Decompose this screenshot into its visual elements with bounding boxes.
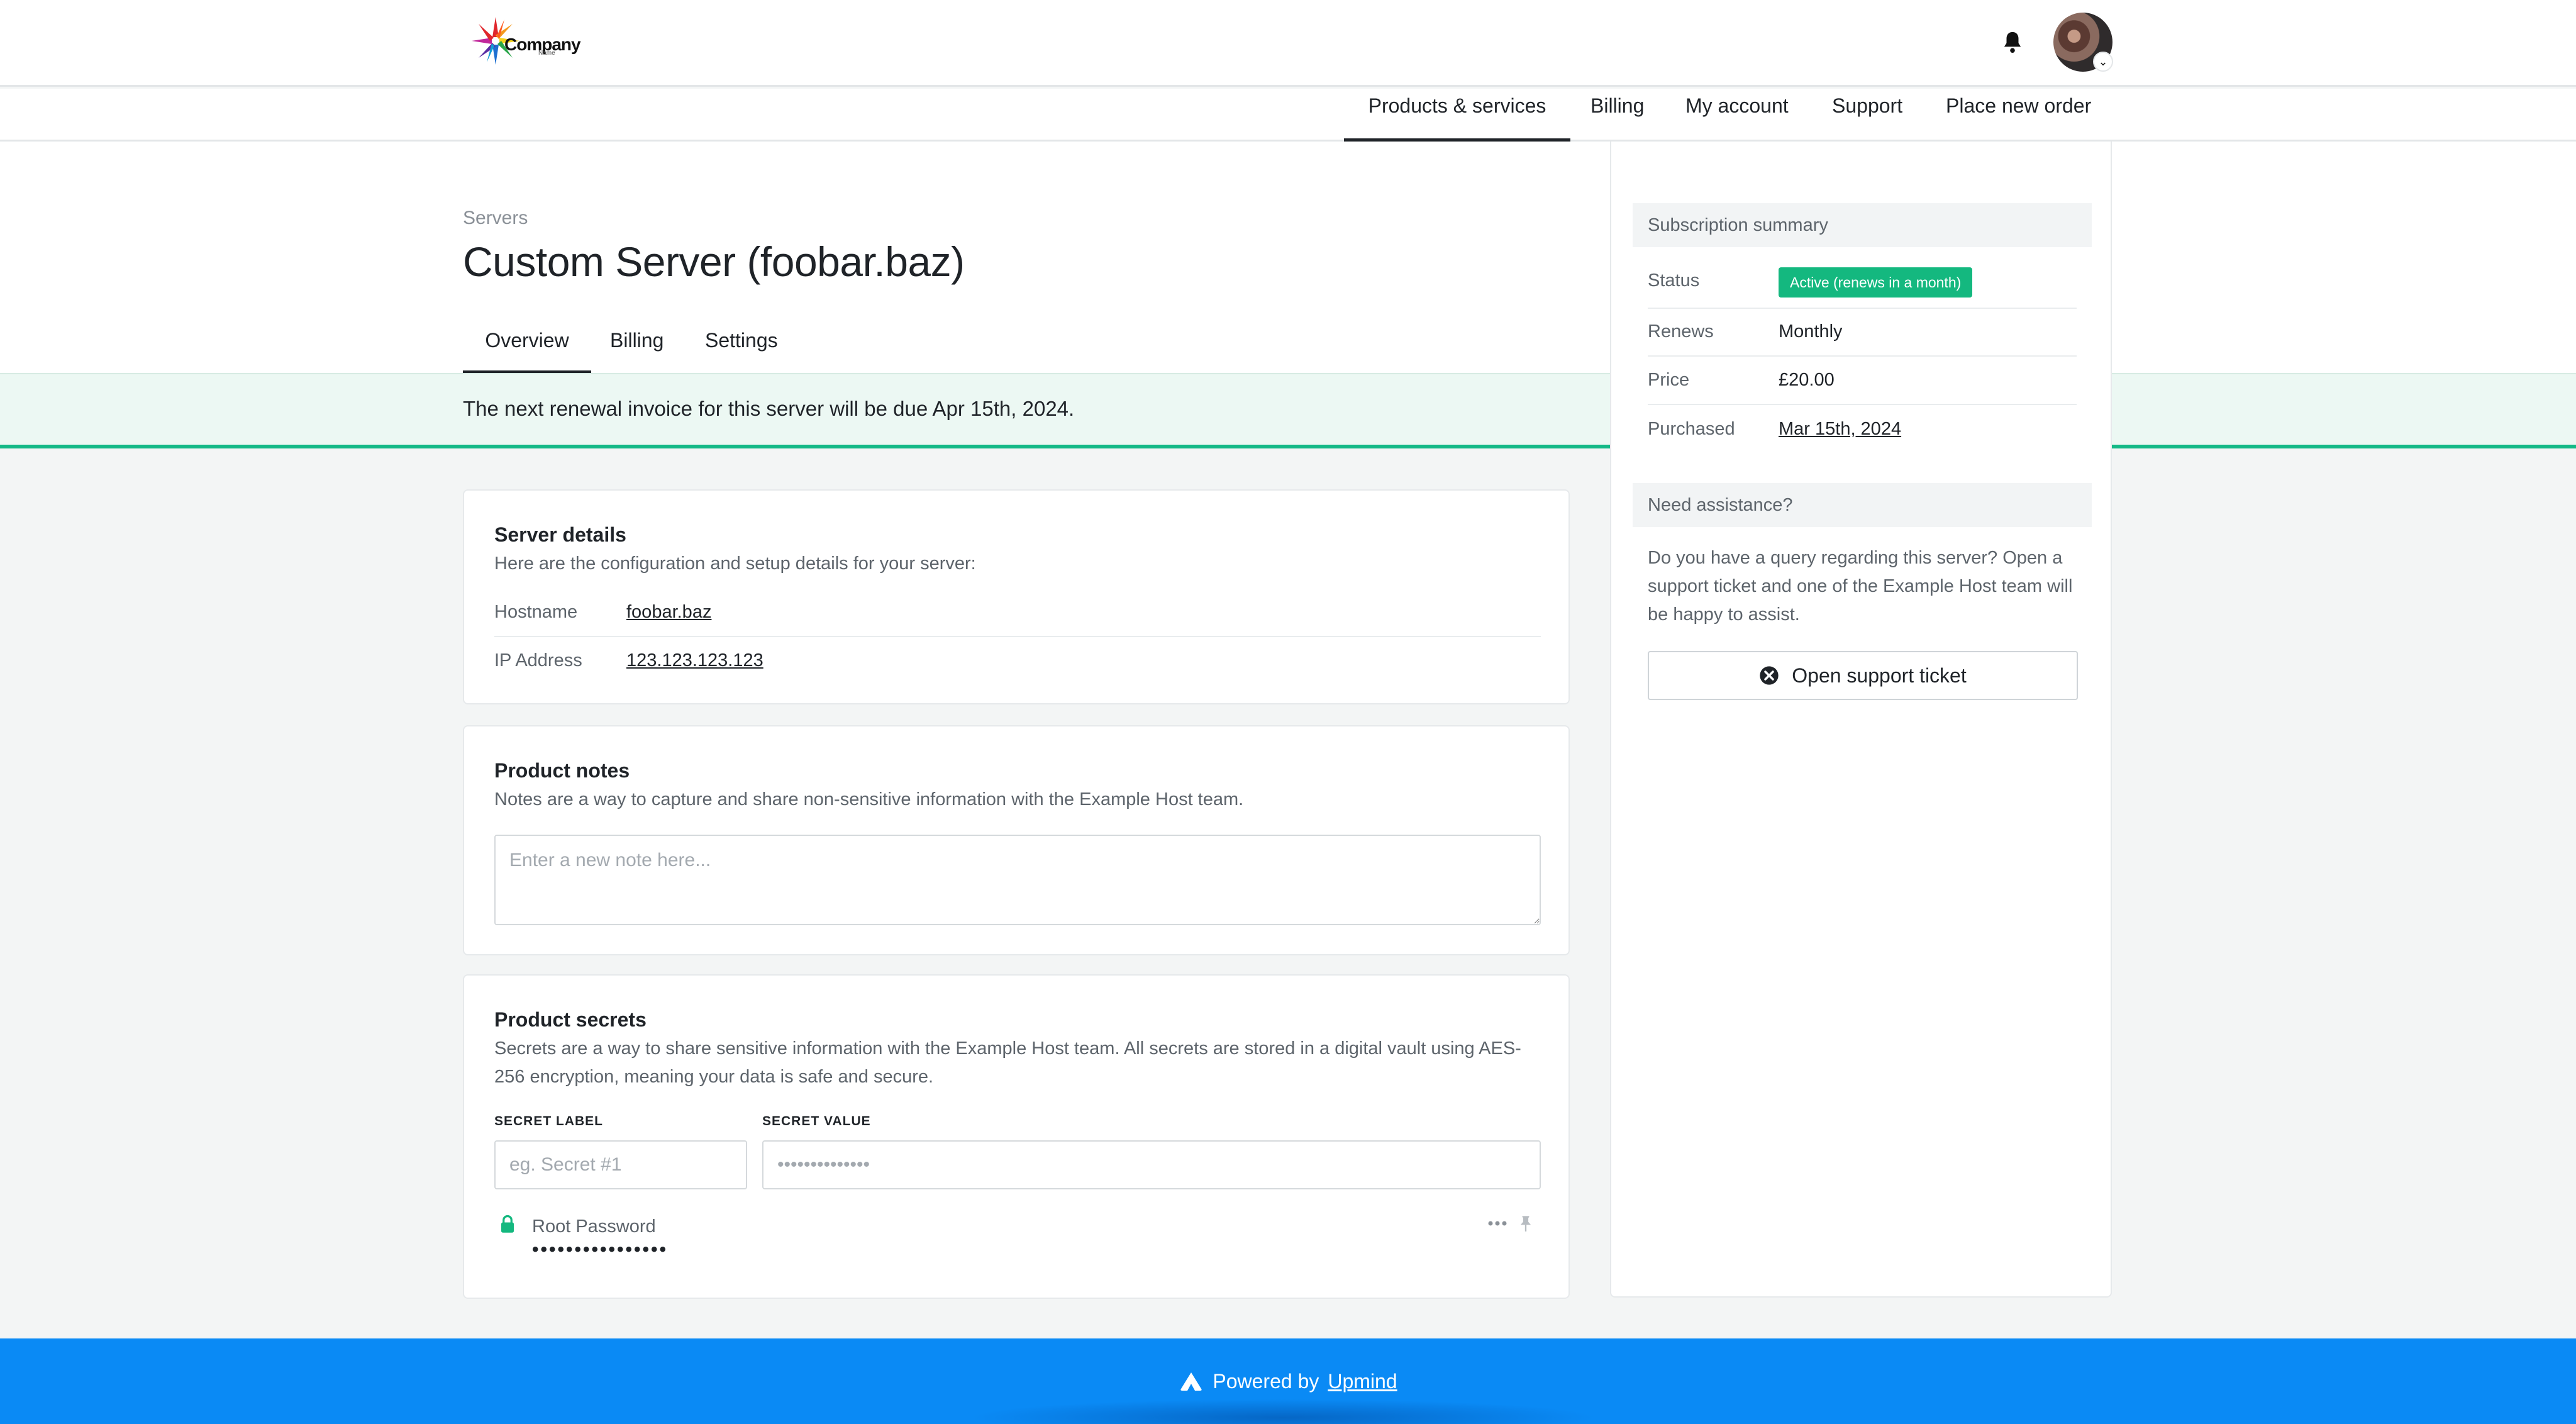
server-details-description: Here are the configuration and setup det…	[494, 553, 976, 574]
nav-support[interactable]: Support	[1832, 89, 1902, 142]
breadcrumb[interactable]: Servers	[463, 208, 528, 229]
logo-subtext: Name	[538, 50, 555, 57]
purchased-value[interactable]: Mar 15th, 2024	[1779, 419, 1901, 440]
product-notes-description: Notes are a way to capture and share non…	[494, 789, 1244, 809]
main-nav: Products & services Billing My account S…	[0, 89, 2576, 142]
more-icon[interactable]	[1488, 1220, 1507, 1227]
footer: Powered by Upmind	[0, 1338, 2576, 1424]
renewal-banner: The next renewal invoice for this server…	[0, 373, 2576, 448]
divider	[1648, 355, 2077, 357]
secret-value-header: SECRET VALUE	[762, 1114, 871, 1128]
tab-settings[interactable]: Settings	[705, 314, 778, 374]
page-title: Custom Server (foobar.baz)	[463, 238, 965, 285]
bell-icon[interactable]	[2001, 30, 2024, 54]
purchased-label: Purchased	[1648, 419, 1735, 439]
renews-value: Monthly	[1779, 321, 1843, 342]
assistance-text: Do you have a query regarding this serve…	[1648, 548, 2073, 625]
nav-place-new-order[interactable]: Place new order	[1946, 89, 2091, 142]
ip-address-label: IP Address	[494, 650, 582, 670]
server-details-card: Server details Here are the configuratio…	[463, 489, 1570, 704]
divider	[1648, 308, 2077, 309]
secret-value-input[interactable]	[762, 1140, 1541, 1189]
upmind-link[interactable]: Upmind	[1328, 1370, 1397, 1393]
powered-by-text: Powered by	[1213, 1369, 1319, 1393]
ip-address-value[interactable]: 123.123.123.123	[626, 650, 763, 671]
renewal-banner-text: The next renewal invoice for this server…	[463, 397, 1075, 420]
product-secrets-card: Product secrets Secrets are a way to sha…	[463, 974, 1570, 1299]
secret-label-input[interactable]	[494, 1140, 747, 1189]
product-secrets-description: Secrets are a way to share sensitive inf…	[494, 1038, 1521, 1087]
lock-icon	[501, 1215, 514, 1233]
need-assistance-header: Need assistance?	[1633, 483, 2092, 527]
subscription-sidebar: Subscription summary Status Active (rene…	[1610, 142, 2112, 1298]
nav-my-account[interactable]: My account	[1685, 89, 1789, 142]
price-label: Price	[1648, 370, 1690, 390]
server-details-title: Server details	[494, 523, 626, 546]
product-secrets-title: Product secrets	[494, 1008, 647, 1031]
note-input[interactable]	[494, 835, 1541, 925]
product-notes-card: Product notes Notes are a way to capture…	[463, 725, 1570, 955]
subscription-summary-header: Subscription summary	[1633, 203, 2092, 247]
secret-name: Root Password	[532, 1216, 656, 1237]
divider	[1648, 404, 2077, 405]
open-support-ticket-label: Open support ticket	[1792, 664, 1967, 687]
nav-products-services[interactable]: Products & services	[1344, 89, 1570, 142]
hostname-value[interactable]: foobar.baz	[626, 602, 711, 623]
secret-label-header: SECRET LABEL	[494, 1114, 604, 1128]
tab-billing[interactable]: Billing	[610, 314, 663, 374]
tab-overview[interactable]: Overview	[463, 314, 591, 374]
footer-content: Powered by Upmind	[0, 1338, 2576, 1424]
hostname-label: Hostname	[494, 602, 578, 622]
status-label: Status	[1648, 270, 1700, 291]
product-notes-title: Product notes	[494, 759, 630, 782]
upmind-logo-icon	[1180, 1372, 1202, 1391]
status-badge: Active (renews in a month)	[1779, 267, 1973, 298]
renews-label: Renews	[1648, 321, 1714, 342]
pin-icon[interactable]	[1518, 1215, 1533, 1232]
support-ticket-icon	[1760, 666, 1779, 685]
chevron-down-icon[interactable]: ⌄	[2093, 52, 2113, 72]
divider	[494, 636, 1541, 637]
top-bar: Company Name ⌄	[0, 0, 2576, 87]
price-value: £20.00	[1779, 370, 1835, 390]
secret-masked-value[interactable]: ••••••••••••••••	[532, 1239, 668, 1260]
open-support-ticket-button[interactable]: Open support ticket	[1648, 651, 2078, 700]
page-header	[0, 142, 2576, 373]
nav-billing[interactable]: Billing	[1591, 89, 1644, 142]
